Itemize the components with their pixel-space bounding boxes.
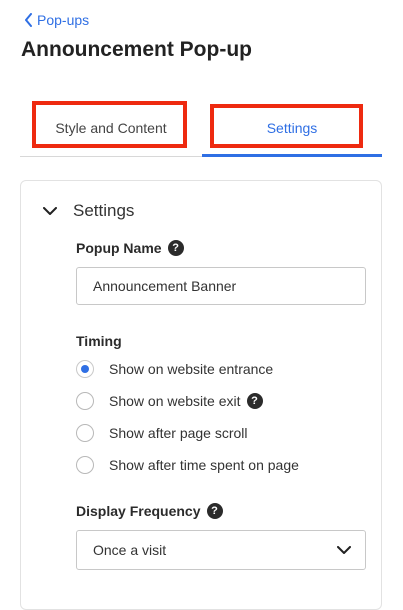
label-text: Popup Name (76, 240, 162, 256)
chevron-down-icon (43, 206, 57, 215)
timing-label: Timing (76, 333, 122, 349)
timing-option-scroll[interactable]: Show after page scroll (76, 424, 248, 442)
back-link-label: Pop-ups (37, 12, 90, 28)
section-title: Settings (73, 201, 135, 220)
display-frequency-label: Display Frequency ? (76, 503, 223, 519)
radio-label: Show after time spent on page (109, 457, 299, 473)
help-icon[interactable]: ? (246, 393, 263, 409)
help-icon[interactable]: ? (167, 240, 184, 256)
radio-button[interactable] (76, 456, 94, 474)
timing-option-time-spent[interactable]: Show after time spent on page (76, 456, 299, 474)
back-link-popups[interactable]: Pop-ups (24, 12, 89, 28)
tab-settings[interactable]: Settings (202, 100, 382, 157)
help-icon[interactable]: ? (206, 503, 223, 519)
tab-style-and-content[interactable]: Style and Content (20, 100, 202, 155)
tab-bar: Style and Content Settings (20, 100, 382, 157)
page-title: Announcement Pop-up (21, 38, 252, 61)
tab-label: Settings (266, 119, 318, 136)
radio-label: Show on website exit (109, 393, 241, 409)
display-frequency-select[interactable]: Once a visit (76, 530, 366, 570)
timing-option-exit[interactable]: Show on website exit ? (76, 392, 263, 410)
popup-name-input[interactable] (76, 267, 366, 305)
tab-label: Style and Content (55, 119, 167, 136)
radio-label: Show after page scroll (109, 425, 248, 441)
radio-button[interactable] (76, 392, 94, 410)
select-value: Once a visit (93, 542, 167, 558)
settings-section-toggle[interactable]: Settings (43, 201, 134, 221)
popup-name-label: Popup Name ? (76, 240, 184, 256)
timing-option-entrance[interactable]: Show on website entrance (76, 360, 273, 378)
chevron-left-icon (25, 13, 32, 27)
radio-button[interactable] (76, 360, 94, 378)
radio-label: Show on website entrance (109, 361, 274, 377)
radio-button[interactable] (76, 424, 94, 442)
label-text: Timing (76, 333, 122, 349)
label-text: Display Frequency (76, 503, 201, 519)
chevron-down-icon (337, 545, 351, 554)
settings-panel: Settings Popup Name ? Timing Show on web… (20, 180, 382, 610)
